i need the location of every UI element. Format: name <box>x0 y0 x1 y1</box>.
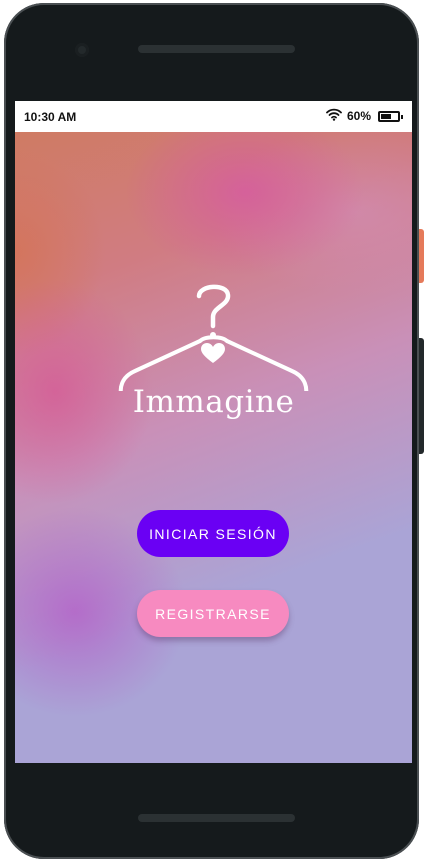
battery-fill <box>381 113 391 119</box>
screen: 10:30 AM 60% Immagine INICIAR SESIÓN REG… <box>15 101 412 763</box>
battery-icon <box>378 110 403 122</box>
bottom-speaker <box>138 814 295 822</box>
wifi-icon <box>326 108 342 124</box>
power-button[interactable] <box>419 229 424 283</box>
battery-percent: 60% <box>346 109 371 123</box>
volume-button[interactable] <box>419 338 424 454</box>
top-speaker <box>138 45 295 53</box>
login-button[interactable]: INICIAR SESIÓN <box>137 510 289 557</box>
status-bar: 10:30 AM 60% <box>15 101 412 132</box>
status-time: 10:30 AM <box>24 110 77 124</box>
register-button[interactable]: REGISTRARSE <box>137 590 289 637</box>
app-logo: Immagine <box>115 281 312 428</box>
hanger-heart-icon <box>118 284 309 391</box>
app-name: Immagine <box>132 384 295 420</box>
status-icons: 60% <box>326 108 403 124</box>
gradient-background: Immagine INICIAR SESIÓN REGISTRARSE <box>15 132 412 763</box>
front-camera <box>75 43 89 57</box>
